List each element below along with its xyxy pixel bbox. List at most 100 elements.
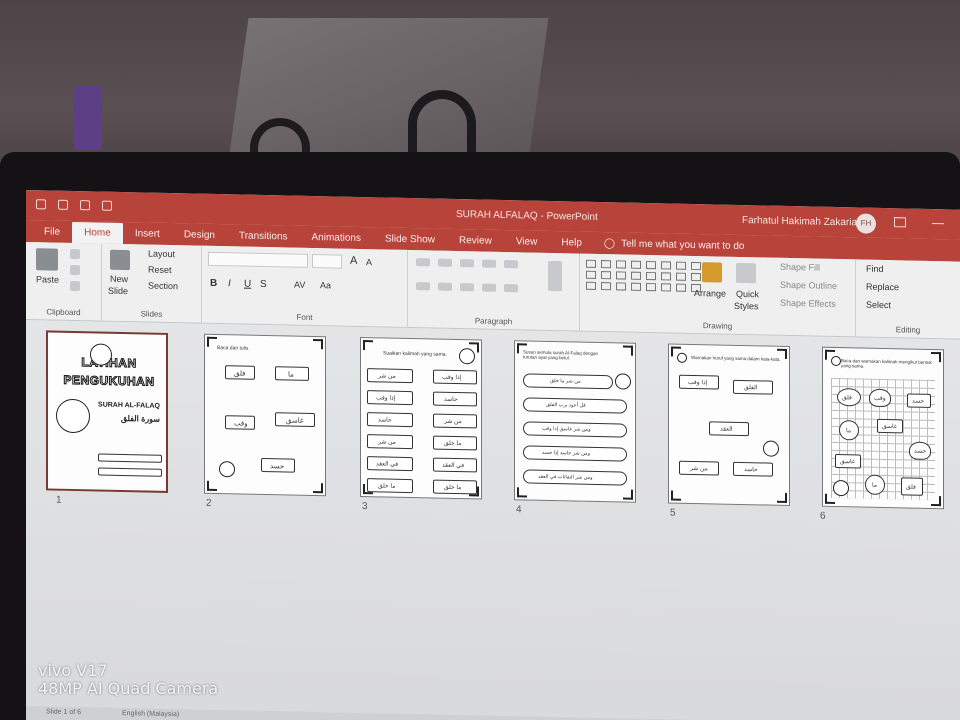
verse-label: قل أعوذ برب الفلق bbox=[546, 401, 586, 409]
slide-thumbnail[interactable]: LATIHAN PENGUKUHAN SURAH AL-FALAQ سورة ا… bbox=[46, 330, 168, 493]
tab-insert[interactable]: Insert bbox=[123, 228, 172, 245]
language-indicator[interactable]: English (Malaysia) bbox=[122, 710, 179, 718]
slide-thumbnail[interactable]: Susun semula surah Al-Falaq dengan turut… bbox=[514, 340, 636, 503]
columns-icon[interactable] bbox=[504, 284, 518, 293]
tab-file[interactable]: File bbox=[32, 226, 72, 243]
tab-help[interactable]: Help bbox=[549, 237, 594, 254]
cover-subtitle-arabic: سورة الفلق bbox=[120, 413, 160, 424]
tell-me-text: Tell me what you want to do bbox=[621, 238, 745, 253]
paste-icon[interactable] bbox=[36, 248, 58, 271]
bullets-icon[interactable] bbox=[416, 258, 430, 267]
tab-view[interactable]: View bbox=[504, 236, 550, 253]
increase-indent-icon[interactable] bbox=[482, 259, 496, 268]
redo-icon[interactable] bbox=[80, 200, 90, 211]
find-button[interactable]: Find bbox=[866, 264, 884, 274]
quick-access-toolbar bbox=[36, 199, 112, 211]
slide-header: Suaikan kalimah yang sama. bbox=[383, 350, 447, 358]
text-direction-icon[interactable] bbox=[548, 260, 562, 292]
word-box: وقب bbox=[225, 415, 255, 430]
drawing-group: Arrange Quick Styles Shape Fill Shape Ou… bbox=[580, 253, 856, 338]
layout-button[interactable]: Layout bbox=[148, 249, 175, 260]
shapes-gallery[interactable] bbox=[586, 259, 703, 293]
cover-subtitle: SURAH AL-FALAQ bbox=[98, 401, 160, 410]
tab-animations[interactable]: Animations bbox=[300, 232, 373, 250]
tab-slide-show[interactable]: Slide Show bbox=[373, 233, 447, 251]
cartoon-character bbox=[677, 352, 687, 363]
tab-home[interactable]: Home bbox=[72, 221, 123, 245]
select-button[interactable]: Select bbox=[866, 300, 891, 311]
align-right-icon[interactable] bbox=[460, 283, 474, 292]
line-spacing-icon[interactable] bbox=[504, 260, 518, 269]
format-painter-icon[interactable] bbox=[70, 280, 80, 292]
tab-design[interactable]: Design bbox=[172, 229, 227, 246]
align-left-icon[interactable] bbox=[416, 282, 430, 291]
justify-icon[interactable] bbox=[482, 283, 496, 292]
paste-button[interactable]: Paste bbox=[36, 274, 59, 284]
slides-label: Slides bbox=[140, 309, 163, 319]
name-field bbox=[98, 453, 162, 463]
shrink-font-button[interactable]: A bbox=[366, 257, 372, 267]
new-slide-button[interactable]: New bbox=[110, 274, 128, 284]
window-title: SURAH ALFALAQ - PowerPoint bbox=[456, 209, 598, 223]
undo-icon[interactable] bbox=[58, 199, 68, 210]
word-label: حسد bbox=[912, 398, 925, 405]
user-name[interactable]: Farhatul Hakimah Zakaria bbox=[742, 215, 857, 228]
avatar[interactable]: FH bbox=[856, 213, 876, 234]
word-label: ما bbox=[872, 482, 878, 489]
word-label: ما خلق bbox=[444, 440, 462, 448]
change-case-button[interactable]: Aa bbox=[320, 280, 331, 290]
verse-label: ومن شر النفاثات في العقد bbox=[538, 473, 593, 481]
copy-icon[interactable] bbox=[70, 264, 80, 276]
slide-thumbnail[interactable]: Baca dan warnakan kalimah mengikut bentu… bbox=[822, 346, 944, 510]
underline-button[interactable]: U bbox=[244, 279, 251, 290]
word-label: وقب bbox=[874, 395, 886, 403]
arrange-icon[interactable] bbox=[702, 262, 722, 283]
shadow-button[interactable]: S bbox=[260, 279, 267, 290]
shape-outline-button[interactable]: Shape Outline bbox=[780, 280, 837, 291]
grow-font-button[interactable]: A bbox=[350, 255, 357, 267]
ribbon-display-icon[interactable] bbox=[894, 217, 906, 228]
slide-number: 6 bbox=[820, 510, 826, 522]
reset-button[interactable]: Reset bbox=[148, 265, 172, 275]
quick-styles-button[interactable]: Quick bbox=[736, 289, 759, 299]
slide-thumbnail[interactable]: Warnakan huruf yang sama dalam kata-kata… bbox=[668, 343, 790, 507]
quick-styles-icon[interactable] bbox=[736, 262, 756, 284]
tab-review[interactable]: Review bbox=[447, 235, 504, 252]
align-center-icon[interactable] bbox=[438, 282, 452, 291]
minimize-icon[interactable] bbox=[932, 222, 944, 225]
slide-thumbnail[interactable]: Baca dan tulis فلق ما وقب غاسق حسد bbox=[204, 333, 326, 497]
shape-effects-button[interactable]: Shape Effects bbox=[780, 298, 836, 309]
word-label: العقد bbox=[720, 426, 733, 433]
slides-group: New Slide Layout Reset Section Slides bbox=[102, 243, 202, 324]
word-label: حاسد bbox=[444, 396, 458, 404]
cut-icon[interactable] bbox=[70, 248, 80, 260]
char-spacing-button[interactable]: AV bbox=[294, 280, 305, 290]
watermark-line: vivo V17 bbox=[38, 661, 108, 680]
word-box: حسد bbox=[261, 457, 295, 473]
replace-button[interactable]: Replace bbox=[866, 282, 899, 293]
document-name: SURAH ALFALAQ bbox=[456, 209, 538, 222]
word-label: حاسد bbox=[744, 467, 758, 474]
slide-count: Slide 1 of 6 bbox=[46, 708, 82, 717]
bold-button[interactable]: B bbox=[210, 278, 217, 289]
word-label: الفلق bbox=[744, 385, 758, 392]
save-icon[interactable] bbox=[36, 199, 46, 210]
editing-group: Find Replace Select Editing bbox=[856, 259, 960, 339]
section-button[interactable]: Section bbox=[148, 281, 178, 292]
word-label: إذا وقب bbox=[688, 379, 708, 387]
slide-thumbnail[interactable]: Suaikan kalimah yang sama. من شر إذا وقب… bbox=[360, 336, 482, 500]
tab-transitions[interactable]: Transitions bbox=[227, 230, 300, 248]
new-slide-icon[interactable] bbox=[110, 249, 130, 271]
shape-fill-button[interactable]: Shape Fill bbox=[780, 262, 820, 273]
present-icon[interactable] bbox=[102, 200, 112, 211]
numbering-icon[interactable] bbox=[438, 258, 452, 267]
font-size-field[interactable] bbox=[312, 253, 342, 269]
italic-button[interactable]: I bbox=[228, 278, 231, 289]
decrease-indent-icon[interactable] bbox=[460, 259, 474, 268]
word-label: غاسق bbox=[882, 423, 897, 431]
cartoon-character bbox=[763, 440, 779, 457]
word-label: غاسق bbox=[286, 417, 304, 425]
font-name-field[interactable] bbox=[208, 251, 308, 268]
arrange-button[interactable]: Arrange bbox=[694, 288, 726, 299]
cartoon-character bbox=[615, 373, 631, 390]
